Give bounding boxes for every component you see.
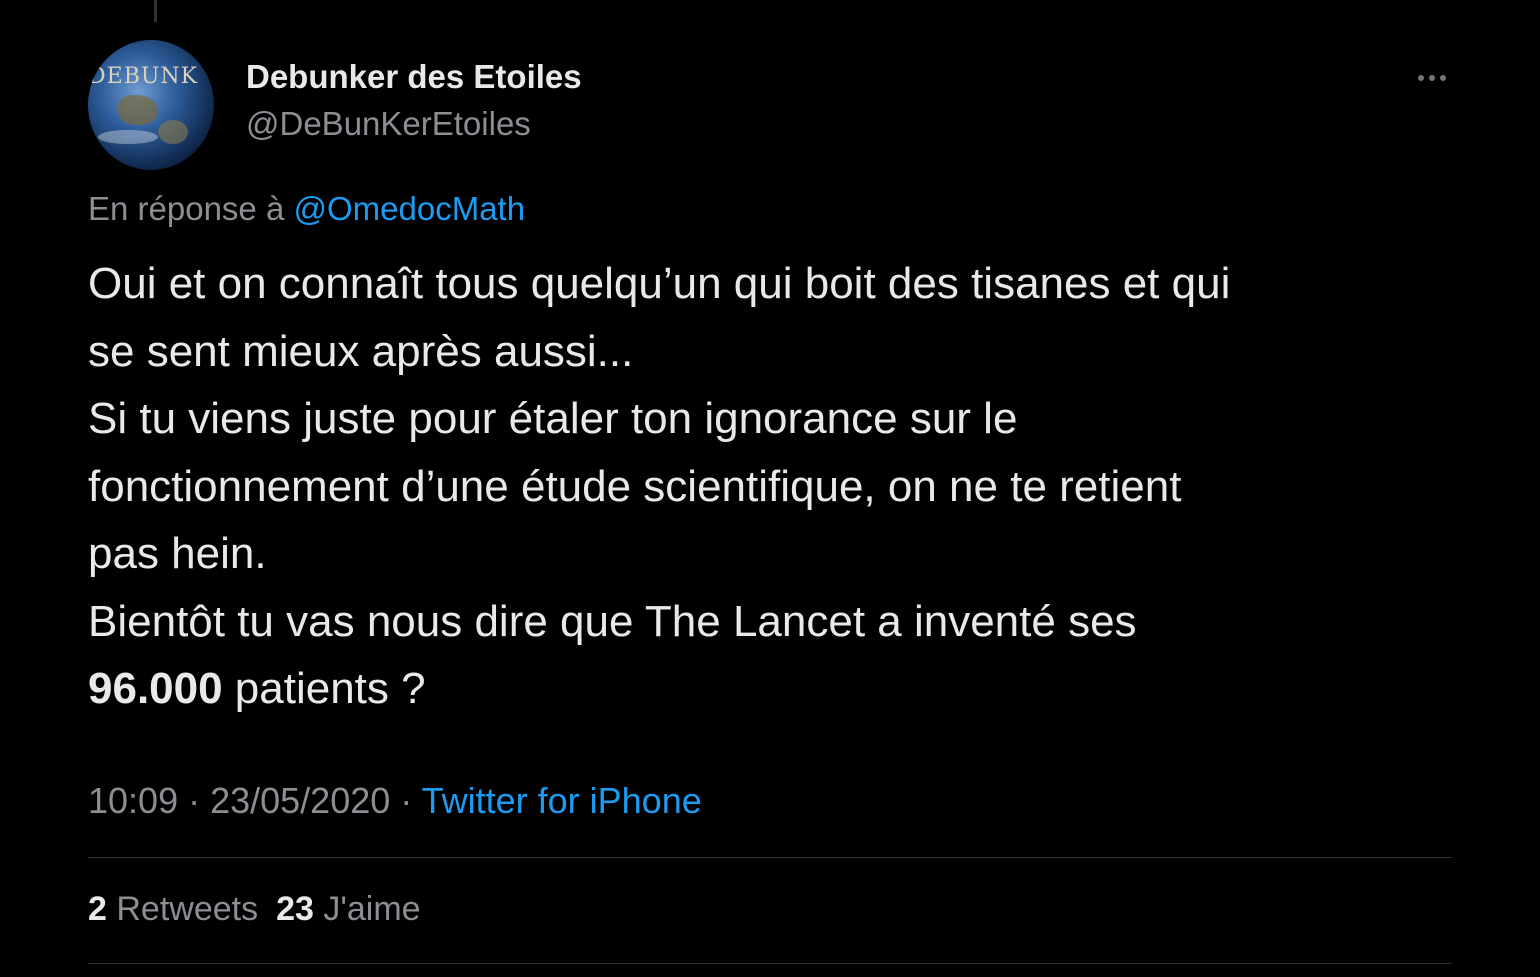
avatar-earth-land [118,95,158,125]
author-handle[interactable]: @DeBunKerEtoiles [246,105,531,143]
tweet-text-line: Si tu viens juste pour étaler ton ignora… [88,394,1018,443]
likes-count: 23 [276,890,314,928]
avatar-earth-land-2 [158,120,188,144]
likes-stat[interactable]: 23 J'aime [276,890,420,928]
likes-label: J'aime [313,890,421,928]
tweet-text-line: fonctionnement d’une étude scientifique,… [88,461,1182,511]
more-horizontal-icon-dot [1440,75,1446,81]
thread-connector-line [154,0,157,22]
avatar[interactable]: DEBUNK [88,40,214,170]
tweet-source-link[interactable]: Twitter for iPhone [422,780,702,821]
divider [88,963,1452,964]
reply-context: En réponse à @OmedocMath [88,190,525,228]
tweet-detail-page: DEBUNK Debunker des Etoiles @DeBunKerEto… [0,0,1540,977]
retweets-label: Retweets [106,890,259,928]
tweet-stats: 2 Retweets 23 J'aime [88,890,421,929]
reply-prefix: En réponse à [88,190,294,227]
retweets-count: 2 [88,890,107,928]
more-options-button[interactable] [1410,58,1454,98]
tweet-text: Oui et on connaît tous quelqu’un qui boi… [88,250,1468,723]
tweet-metadata: 10:09 · 23/05/2020 · Twitter for iPhone [88,780,702,822]
tweet-text-last-line: 96.000 patients ? [88,655,1468,723]
tweet-text-line-end: patients ? [222,664,426,713]
avatar-earth-cloud [98,130,158,144]
tweet-text-line: se sent mieux après aussi... [88,326,634,376]
tweet-text-line: Bientôt tu vas nous dire que The Lancet … [88,596,1137,646]
divider [88,857,1452,858]
reply-mention-link[interactable]: @OmedocMath [293,190,525,227]
tweet-time[interactable]: 10:09 [88,780,178,821]
tweet-text-line: Oui et on connaît tous quelqu’un qui boi… [88,259,1231,308]
tweet-text-bold-number: 96.000 [88,664,223,713]
avatar-logo-text: DEBUNK [88,64,199,89]
more-horizontal-icon [1418,75,1424,81]
meta-separator: · [178,780,211,821]
more-horizontal-icon-dot [1429,75,1435,81]
meta-separator: · [390,780,422,821]
tweet-text-line: pas hein. [88,529,267,578]
author-display-name[interactable]: Debunker des Etoiles [246,58,582,96]
tweet-date[interactable]: 23/05/2020 [210,780,390,821]
retweets-stat[interactable]: 2 Retweets [88,890,258,928]
